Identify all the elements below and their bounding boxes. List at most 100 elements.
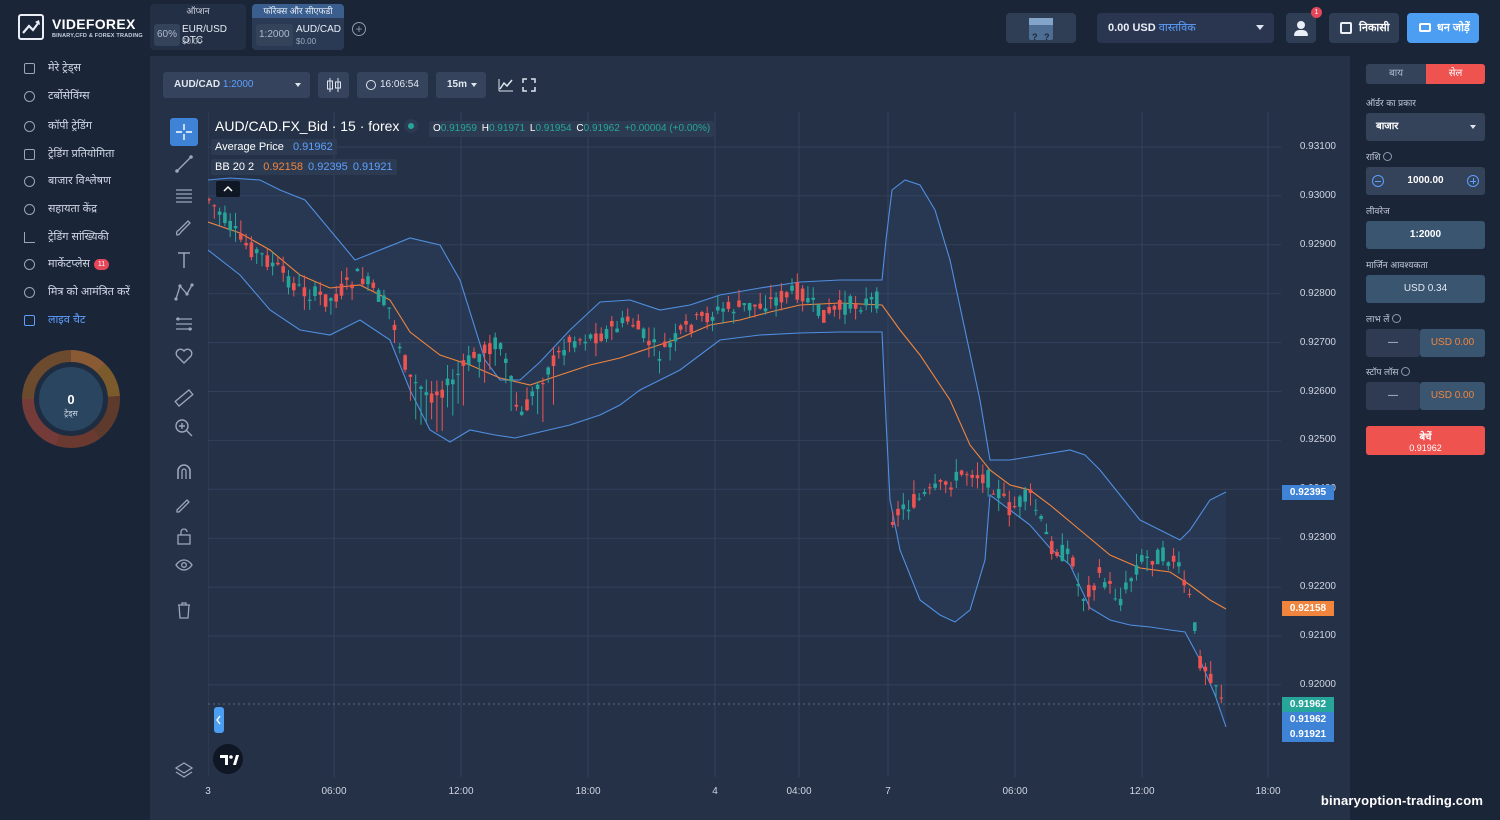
- scroll-left-handle[interactable]: [214, 707, 224, 733]
- deposit-button[interactable]: धन जोड़ें: [1407, 13, 1479, 43]
- buy-tab[interactable]: बाय: [1366, 64, 1426, 84]
- measure-tool[interactable]: [170, 384, 198, 412]
- indicators-icon[interactable]: [497, 77, 515, 93]
- collapse-legend-button[interactable]: [216, 181, 240, 197]
- text-tool[interactable]: [170, 246, 198, 274]
- tradingview-logo[interactable]: [213, 744, 243, 774]
- sell-submit-button[interactable]: बेचें 0.91962: [1366, 426, 1485, 455]
- drawing-toolbar: [160, 112, 208, 792]
- candle: [875, 291, 879, 309]
- price-axis[interactable]: 0.93100 0.93000 0.92900 0.92800 0.92700 0.926…: [1281, 112, 1350, 777]
- sidebar-item-competition[interactable]: ट्रेडिंग प्रतियोगिता: [22, 144, 114, 164]
- trend-line-tool[interactable]: [170, 150, 198, 178]
- favorites-tool[interactable]: [170, 342, 198, 370]
- pattern-tool[interactable]: [170, 278, 198, 306]
- margin-label: मार्जिन आवश्यकता: [1366, 260, 1428, 270]
- amount-stepper[interactable]: 1000.00: [1366, 167, 1485, 195]
- candle: [615, 328, 619, 333]
- candle: [938, 480, 943, 482]
- fib-tool[interactable]: [170, 182, 198, 210]
- candle: [546, 367, 550, 375]
- sidebar-item-help-center[interactable]: सहायता केंद्र: [22, 199, 97, 219]
- candle: [1076, 584, 1080, 586]
- brush-tool[interactable]: [170, 214, 198, 242]
- candle: [673, 333, 678, 342]
- x-tick-label: 18:00: [1255, 786, 1281, 797]
- candle: [737, 300, 741, 307]
- chart-type-button[interactable]: [318, 72, 349, 98]
- forecast-tool[interactable]: [170, 310, 198, 338]
- plus-icon[interactable]: [1467, 175, 1479, 187]
- candle: [599, 333, 603, 341]
- gift-box-button[interactable]: ? ?: [1006, 13, 1076, 43]
- candle: [270, 262, 275, 267]
- gift-question-mark: ?: [1032, 32, 1038, 42]
- sidebar-item-copy-trading[interactable]: कॉपी ट्रेडिंग: [22, 116, 92, 136]
- candle: [504, 358, 508, 363]
- sidebar-item-invite-friend[interactable]: मित्र को आमंत्रित करें: [22, 282, 130, 302]
- sidebar-item-turbosavings[interactable]: टर्बोसेविंग्स: [22, 86, 90, 106]
- sidebar-item-live-chat[interactable]: लाइव चैट: [22, 310, 85, 330]
- take-profit-value: USD 0.00: [1420, 329, 1485, 357]
- brand-logo[interactable]: VIDEFOREX BINARY,CFD & FOREX TRADING: [18, 14, 148, 44]
- asset-tab-audcad[interactable]: फॉरेक्स और सीएफडी 1:2000 AUD/CAD $0.00: [252, 4, 344, 50]
- stop-loss-input[interactable]: —: [1366, 382, 1420, 410]
- symbol-select[interactable]: AUD/CAD 1:2000: [163, 72, 310, 98]
- zoom-tool[interactable]: [170, 414, 198, 442]
- amount-value[interactable]: 1000.00: [1407, 175, 1443, 186]
- candle: [535, 384, 540, 389]
- sidebar-item-statistics[interactable]: ट्रेडिंग सांख्यिकी: [22, 227, 109, 247]
- remove-drawings-tool[interactable]: [170, 596, 198, 624]
- candle: [610, 321, 614, 327]
- stay-in-drawing-tool[interactable]: [170, 490, 198, 518]
- y-tick-label: 0.93000: [1299, 189, 1336, 201]
- object-tree-tool[interactable]: [170, 756, 198, 784]
- sidebar-item-my-trades[interactable]: मेरे ट्रेड्स: [22, 58, 81, 78]
- sidebar-item-marketplace[interactable]: मार्केटप्लेस 11: [22, 254, 110, 274]
- candle: [562, 350, 566, 356]
- y-tick-label: 0.93100: [1299, 141, 1336, 152]
- chevron-left-icon: [216, 715, 221, 725]
- trades-ring: 0 ट्रेड्स: [22, 350, 120, 448]
- sidebar-item-market-analysis[interactable]: बाजार विश्लेषण: [22, 171, 111, 191]
- info-icon: [1401, 367, 1411, 376]
- caret-down-icon: [295, 83, 301, 87]
- stop-loss-value: USD 0.00: [1420, 382, 1485, 410]
- magnet-tool[interactable]: [170, 458, 198, 486]
- candle: [525, 399, 529, 411]
- candle: [208, 199, 211, 201]
- crosshair-tool[interactable]: [170, 118, 198, 146]
- candle: [1219, 697, 1224, 699]
- layers-icon: [174, 762, 194, 778]
- lock-tool[interactable]: [170, 522, 198, 550]
- account-balance-dropdown[interactable]: 0.00 USD वास्तविक: [1097, 13, 1274, 43]
- profile-button[interactable]: [1286, 13, 1316, 43]
- price-tag: 0.92158: [1282, 601, 1334, 616]
- visibility-tool[interactable]: [170, 552, 198, 580]
- price-chart[interactable]: [208, 112, 1281, 777]
- minus-icon[interactable]: [1372, 175, 1384, 187]
- candle: [949, 487, 953, 490]
- leverage-label: लीवरेज: [1366, 206, 1390, 216]
- heart-icon: [175, 348, 193, 364]
- candle: [519, 411, 524, 415]
- order-type-select[interactable]: बाजार: [1366, 113, 1485, 141]
- candle: [859, 310, 863, 312]
- leverage-select[interactable]: 1:2000: [1366, 221, 1485, 249]
- candle: [848, 296, 853, 309]
- withdraw-button[interactable]: निकासी: [1329, 13, 1399, 43]
- fullscreen-icon[interactable]: [521, 77, 537, 93]
- take-profit-input[interactable]: —: [1366, 329, 1420, 357]
- sell-tab[interactable]: सेल: [1426, 64, 1485, 84]
- candle: [625, 316, 630, 322]
- candle: [1018, 496, 1022, 507]
- asset-tab-eurusd[interactable]: ऑप्शन 60% EUR/USD OTC $0.00: [150, 4, 246, 50]
- candle: [567, 336, 572, 343]
- candle: [1187, 593, 1192, 595]
- trades-icon: [24, 63, 35, 74]
- candle: [1203, 666, 1208, 672]
- add-asset-icon[interactable]: +: [352, 22, 366, 36]
- interval-select[interactable]: 15m: [436, 72, 486, 98]
- candle: [986, 470, 990, 488]
- candle: [1034, 509, 1038, 511]
